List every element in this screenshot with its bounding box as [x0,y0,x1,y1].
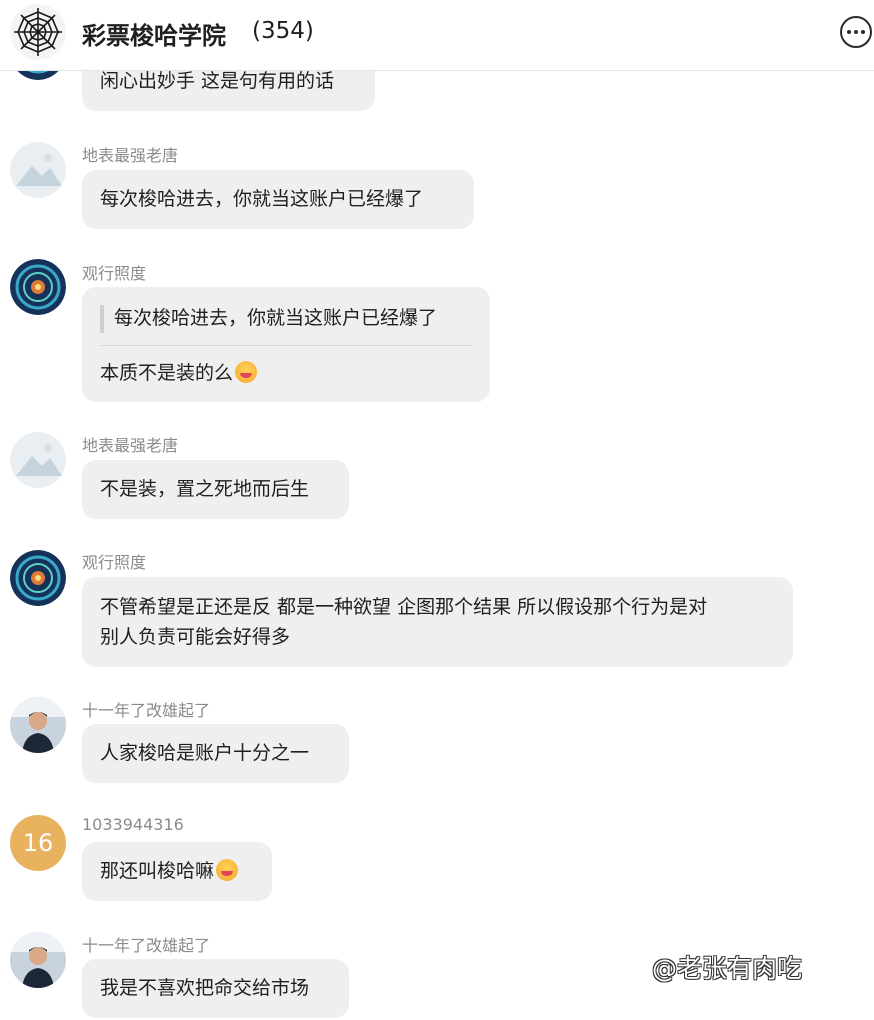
message-bubble[interactable]: 不是装，置之死地而后生 [82,460,349,519]
person-photo-avatar-icon [10,697,66,753]
mandala-avatar-icon [10,259,66,315]
landscape-avatar-icon [10,432,66,488]
spider-web-icon [14,8,62,56]
avatar[interactable] [10,259,66,315]
more-options-icon[interactable] [840,16,872,48]
sender-name[interactable]: 十一年了改雄起了 [82,697,210,721]
landscape-avatar-icon [10,142,66,198]
avatar[interactable] [10,142,66,198]
message-bubble[interactable]: 每次梭哈进去，你就当这账户已经爆了 [82,170,474,229]
quoted-text: 每次梭哈进去，你就当这账户已经爆了 [114,307,438,329]
avatar[interactable]: 16 [10,815,66,871]
sender-name[interactable]: 地表最强老唐 [82,142,178,166]
message-bubble[interactable]: 我是不喜欢把命交给市场 [82,959,349,1018]
message-bubble[interactable]: 不管希望是正还是反 都是一种欲望 企图那个结果 所以假设那个行为是对 别人负责可… [82,577,793,667]
sender-name[interactable]: 1033944316 [82,815,184,834]
chat-header: 彩票梭哈学院 (354) [0,0,874,71]
message-text-line-2: 别人负责可能会好得多 [100,626,291,648]
sender-name[interactable]: 十一年了改雄起了 [82,932,210,956]
message-text: 本质不是装的么 [100,362,234,384]
squinting-tongue-emoji [235,361,258,383]
watermark: @老张有肉吃 [652,954,803,983]
message-text-line-1: 不管希望是正还是反 都是一种欲望 企图那个结果 所以假设那个行为是对 [100,596,708,618]
sender-name[interactable]: 地表最强老唐 [82,432,178,456]
avatar[interactable] [10,432,66,488]
message-bubble[interactable]: 人家梭哈是账户十分之一 [82,724,349,783]
mandala-avatar-icon [10,550,66,606]
avatar[interactable] [10,550,66,606]
group-title: 彩票梭哈学院 [82,22,226,50]
message-bubble[interactable]: 每次梭哈进去，你就当这账户已经爆了 本质不是装的么 [82,287,490,402]
message-text: 人家梭哈是账户十分之一 [100,742,310,764]
sender-name[interactable]: 观行照度 [82,549,146,573]
avatar[interactable] [10,932,66,988]
message-text: 不是装，置之死地而后生 [100,478,310,500]
message-text: 那还叫梭哈嘛 [100,860,215,882]
sender-name[interactable]: 观行照度 [82,260,146,284]
divider [100,345,472,346]
quote-bar [100,305,104,333]
group-avatar[interactable] [10,4,66,60]
person-photo-avatar-icon [10,932,66,988]
member-count: (354) [252,18,314,44]
grinning-emoji [216,859,239,881]
message-bubble[interactable]: 那还叫梭哈嘛 [82,842,272,901]
message-text: 每次梭哈进去，你就当这账户已经爆了 [100,188,424,210]
avatar[interactable] [10,697,66,753]
message-text: 我是不喜欢把命交给市场 [100,977,310,999]
